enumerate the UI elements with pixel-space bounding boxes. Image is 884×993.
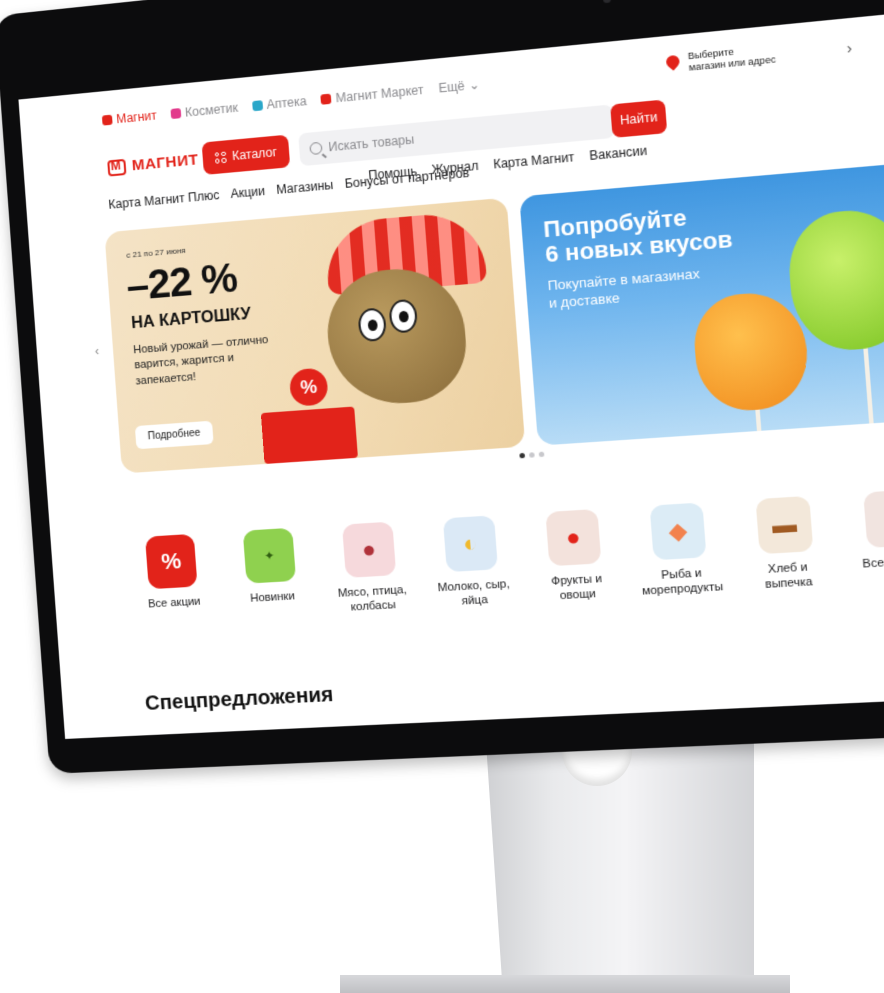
service-apteka[interactable]: Аптека bbox=[251, 93, 308, 113]
nav-stores[interactable]: Магазины bbox=[276, 178, 334, 197]
grid-icon bbox=[214, 151, 227, 164]
category-dairy[interactable]: ◐ Молоко, сыр, яйца bbox=[430, 515, 514, 611]
chevron-right-icon[interactable]: › bbox=[846, 39, 853, 57]
service-label: Ещё bbox=[437, 78, 466, 96]
promo-banner-candy[interactable]: Попробуйте 6 новых вкусов Покупайте в ма… bbox=[519, 156, 884, 446]
apteka-icon bbox=[251, 100, 263, 112]
location-pin-icon bbox=[666, 55, 680, 73]
service-label: Магнит Маркет bbox=[335, 82, 425, 106]
category-label: Все акции bbox=[147, 595, 201, 611]
category-all-promotions[interactable]: % Все акции bbox=[133, 533, 213, 627]
catalog-label: Каталог bbox=[231, 144, 278, 164]
service-label: Магнит bbox=[115, 108, 158, 127]
find-button[interactable]: Найти bbox=[610, 99, 668, 138]
location-text: Выберите магазин или адрес bbox=[688, 42, 777, 74]
category-label: Молоко, сыр, яйца bbox=[437, 577, 511, 608]
nav-promotions[interactable]: Акции bbox=[230, 184, 266, 201]
fish-icon: ◆ bbox=[649, 502, 707, 561]
monitor: Магнит Косметик Аптека Магнит Маркет Ещё… bbox=[0, 0, 884, 774]
fruit-icon: ● bbox=[545, 508, 602, 567]
specials-heading: Спецпредложения bbox=[144, 683, 335, 716]
orange-candy-illustration bbox=[691, 289, 812, 414]
carousel-dot[interactable] bbox=[538, 451, 545, 458]
magnit-logo-icon bbox=[107, 158, 127, 177]
logo-text: МАГНИТ bbox=[131, 151, 200, 175]
website-screen: Магнит Косметик Аптека Магнит Маркет Ещё… bbox=[18, 7, 884, 739]
category-fruits[interactable]: ● Фрукты и овощи bbox=[532, 508, 617, 605]
nav-magnit-plus-card[interactable]: Карта Магнит Плюс bbox=[108, 188, 220, 212]
category-label: Фрукты и овощи bbox=[550, 572, 603, 603]
carousel-dot[interactable] bbox=[528, 452, 535, 458]
promo-subtitle-line1: Покупайте в магазинах bbox=[547, 265, 701, 294]
milk-icon: ◐ bbox=[442, 515, 499, 573]
catalog-button[interactable]: Каталог bbox=[201, 134, 291, 175]
all-goods-icon: ● bbox=[863, 489, 884, 549]
promo-subtitle: Покупайте в магазинах и доставке bbox=[547, 266, 702, 313]
basket-illustration bbox=[260, 406, 358, 464]
magnit-icon bbox=[101, 114, 113, 126]
promo-title: Попробуйте 6 новых вкусов bbox=[542, 202, 733, 268]
eye-illustration bbox=[357, 307, 388, 343]
carousel-dots bbox=[519, 451, 545, 459]
promo-product: НА КАРТОШКУ bbox=[130, 305, 252, 333]
category-label: Все товары bbox=[862, 554, 884, 571]
nav-vacancies[interactable]: Вакансии bbox=[589, 143, 648, 163]
category-fish[interactable]: ◆ Рыба и морепродукты bbox=[636, 502, 724, 600]
location-selector[interactable]: Выберите магазин или адрес bbox=[666, 42, 777, 76]
kosmetik-icon bbox=[170, 108, 182, 120]
bread-icon: ▬ bbox=[755, 495, 814, 555]
category-list: % Все акции ✦ Новинки ● Мясо, птица, кол… bbox=[133, 488, 884, 627]
service-more[interactable]: Ещё ⌄ bbox=[438, 77, 480, 95]
eye-illustration bbox=[388, 298, 419, 334]
chevron-down-icon: ⌄ bbox=[468, 77, 481, 93]
percent-badge-icon: % bbox=[288, 367, 329, 407]
category-label: Новинки bbox=[249, 590, 296, 605]
monitor-stand-base bbox=[340, 975, 790, 993]
promo-discount: –22 % bbox=[125, 255, 239, 310]
promo-banner-potato[interactable]: с 21 по 27 июня –22 % НА КАРТОШКУ Новый … bbox=[104, 197, 526, 474]
nav-magnit-card[interactable]: Карта Магнит bbox=[493, 150, 575, 172]
search-placeholder: Искать товары bbox=[327, 132, 415, 155]
meat-icon: ● bbox=[341, 521, 397, 578]
promo-date: с 21 по 27 июня bbox=[125, 245, 187, 260]
search-icon bbox=[309, 141, 323, 156]
percent-icon: % bbox=[144, 533, 198, 590]
service-label: Косметик bbox=[184, 100, 239, 120]
category-new[interactable]: ✦ Новинки bbox=[230, 527, 311, 622]
category-bread[interactable]: ▬ Хлеб и выпечка bbox=[742, 495, 830, 594]
carousel-prev-icon[interactable]: ‹ bbox=[94, 344, 99, 358]
category-all-goods[interactable]: ● Все товары bbox=[850, 488, 884, 587]
new-tag-icon: ✦ bbox=[242, 527, 297, 584]
carousel-dot[interactable] bbox=[519, 452, 526, 459]
category-meat[interactable]: ● Мясо, птица, колбасы bbox=[329, 521, 411, 616]
promo-subtitle-line2: и доставке bbox=[548, 289, 621, 311]
category-label: Хлеб и выпечка bbox=[764, 561, 814, 592]
magnit-market-icon bbox=[320, 93, 332, 105]
category-label: Рыба и морепродукты bbox=[641, 567, 724, 599]
logo[interactable]: МАГНИТ bbox=[107, 151, 200, 177]
promo-description: Новый урожай — отлично варится, жарится … bbox=[132, 333, 269, 388]
service-kosmetik[interactable]: Косметик bbox=[170, 101, 238, 122]
service-magnit[interactable]: Магнит bbox=[101, 108, 158, 127]
promo-details-button[interactable]: Подробнее bbox=[134, 420, 214, 450]
service-label: Аптека bbox=[266, 93, 308, 112]
services-row: Магнит Косметик Аптека Магнит Маркет Ещё… bbox=[101, 77, 480, 127]
service-magnit-market[interactable]: Магнит Маркет bbox=[320, 82, 425, 107]
category-label: Мясо, птица, колбасы bbox=[337, 583, 408, 614]
